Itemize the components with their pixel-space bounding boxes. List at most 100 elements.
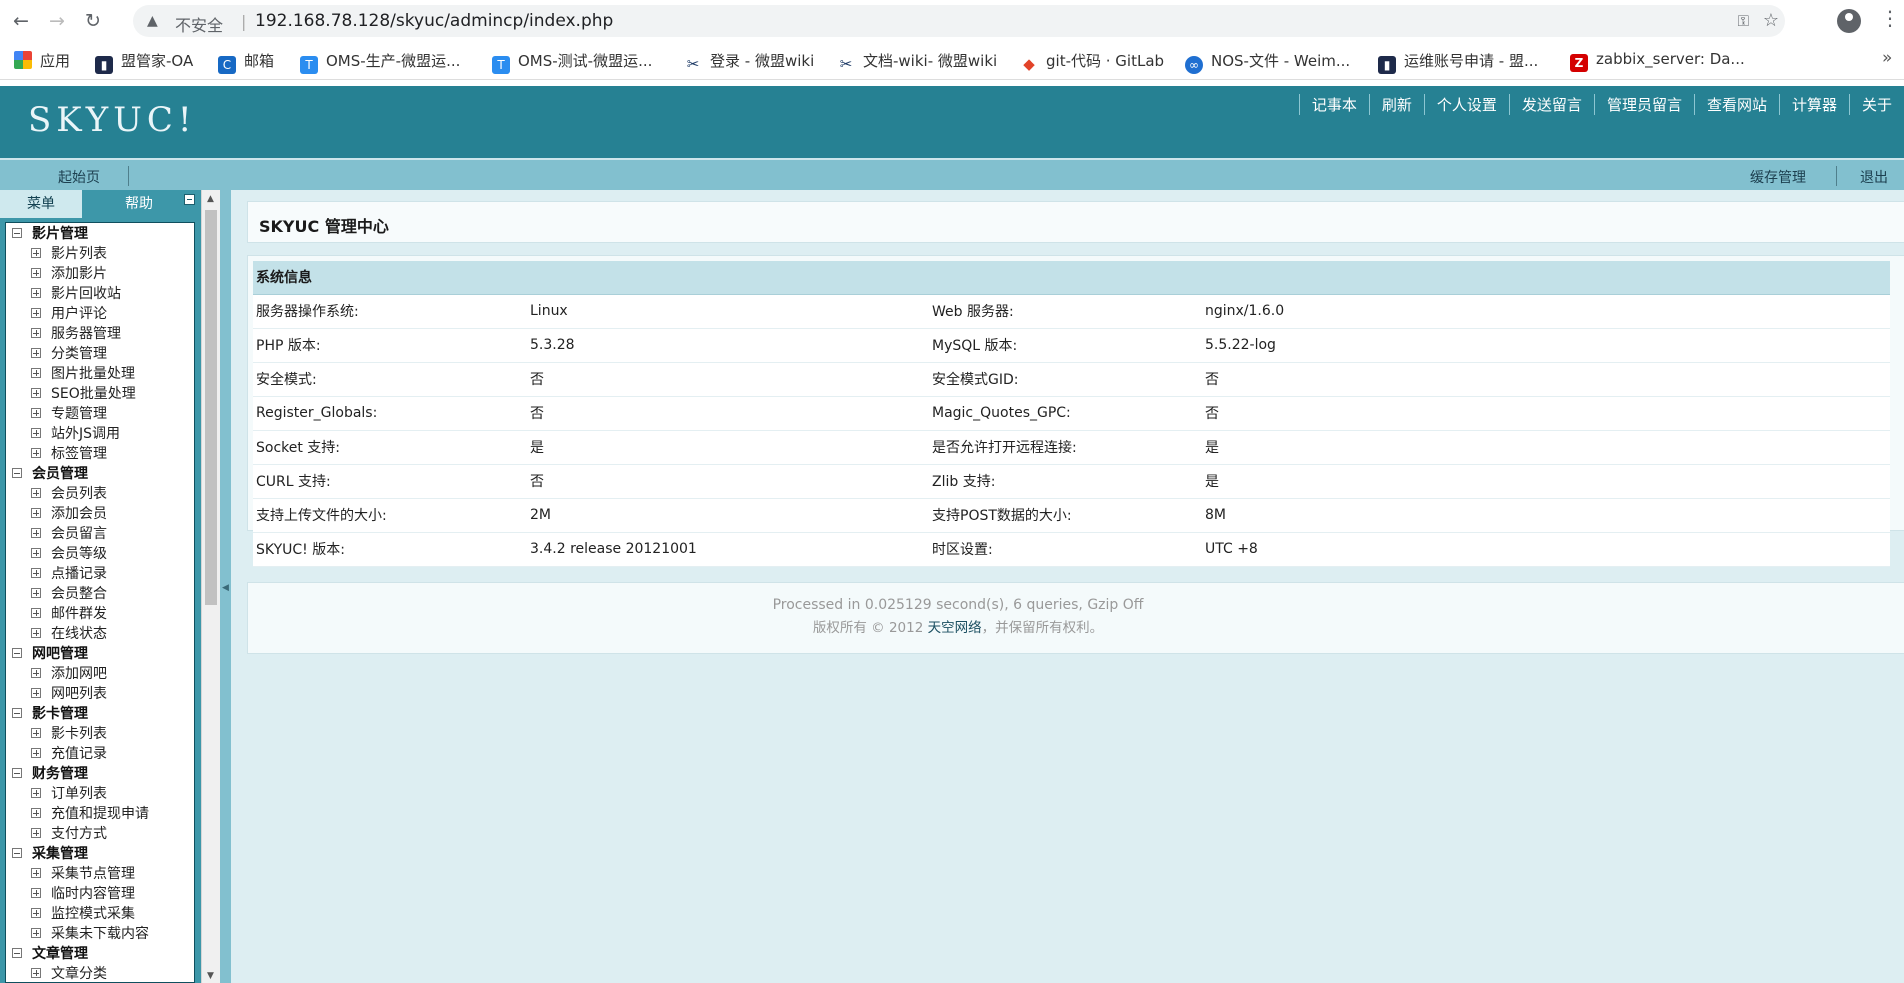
profile-icon[interactable] [1837, 9, 1861, 33]
address-bar[interactable]: ▲ 不安全 | 192.168.78.128/skyuc/admincp/ind… [133, 5, 1785, 37]
insecure-label[interactable]: 不安全 [175, 12, 223, 36]
sidebar-item[interactable]: 会员列表 [6, 484, 194, 504]
sidebar-item[interactable]: 会员留言 [6, 524, 194, 544]
top-link-about[interactable]: 关于 [1848, 94, 1904, 115]
sidebar-item[interactable]: 标签管理 [6, 444, 194, 464]
info-value: 是 [1199, 464, 1890, 499]
collapse-toggle-icon[interactable] [12, 648, 22, 658]
bookmark-label: 文档-wiki- 微盟wiki [863, 52, 998, 70]
sidebar-item[interactable]: 添加网吧 [6, 664, 194, 684]
back-icon[interactable]: ← [8, 8, 34, 34]
collapse-toggle-icon[interactable] [12, 468, 22, 478]
tab-help[interactable]: 帮助 [84, 190, 194, 218]
top-link-view-site[interactable]: 查看网站 [1693, 94, 1779, 115]
top-link-send-message[interactable]: 发送留言 [1508, 94, 1594, 115]
sidebar-item[interactable]: 在线状态 [6, 624, 194, 644]
collapse-toggle-icon[interactable] [12, 848, 22, 858]
sidebar-item[interactable]: 添加影片 [6, 264, 194, 284]
info-label: SKYUC! 版本: [253, 532, 524, 567]
wiki-icon: ✂ [839, 55, 853, 73]
sidebar-item-label: 会员列表 [51, 486, 107, 502]
top-link-refresh[interactable]: 刷新 [1368, 94, 1424, 115]
sidebar-item[interactable]: 添加会员 [6, 504, 194, 524]
collapse-arrow-icon[interactable]: ◀ [222, 583, 229, 593]
sidebar-item[interactable]: 采集未下载内容 [6, 924, 194, 944]
sidebar-item[interactable]: 邮件群发 [6, 604, 194, 624]
sidebar-item[interactable]: 会员等级 [6, 544, 194, 564]
sidebar-splitter[interactable]: ◀ [220, 190, 231, 983]
scroll-up-icon[interactable]: ▲ [207, 194, 214, 204]
collapse-toggle-icon[interactable] [12, 228, 22, 238]
top-link-profile[interactable]: 个人设置 [1423, 94, 1509, 115]
sidebar-item[interactable]: 网吧列表 [6, 684, 194, 704]
sidebar-item[interactable]: 监控模式采集 [6, 904, 194, 924]
bookmarks-more-icon[interactable]: » [1882, 48, 1892, 68]
bookmark-nos[interactable]: ∞ NOS-文件 - Weim... [1185, 50, 1350, 74]
sidebar-item[interactable]: 图片批量处理 [6, 364, 194, 384]
top-link-notepad[interactable]: 记事本 [1298, 94, 1369, 115]
sidebar-item[interactable]: 点播记录 [6, 564, 194, 584]
expand-icon [31, 628, 41, 638]
scrollbar-thumb[interactable] [205, 210, 217, 605]
collapse-icon[interactable] [184, 194, 195, 205]
bookmarks-bar: 应用 ▮ 盟管家-OA C 邮箱 T OMS-生产-微盟运... T OMS-测试-微盟… [0, 40, 1904, 80]
sidebar-item[interactable]: 充值和提现申请 [6, 804, 194, 824]
bookmark-apps[interactable]: 应用 [14, 50, 70, 71]
bookmark-wiki-docs[interactable]: ✂ 文档-wiki- 微盟wiki [837, 50, 997, 73]
sidebar-group[interactable]: 影片管理 [6, 224, 194, 244]
sidebar-item[interactable]: 分类管理 [6, 344, 194, 364]
menu-dots-icon[interactable]: ⋮ [1880, 6, 1900, 30]
sidebar-item[interactable]: SEO批量处理 [6, 384, 194, 404]
sidebar-item[interactable]: 专题管理 [6, 404, 194, 424]
sidebar-item[interactable]: 用户评论 [6, 304, 194, 324]
sidebar-item[interactable]: 影片列表 [6, 244, 194, 264]
sidebar-item-label: 邮件群发 [51, 606, 107, 622]
key-icon[interactable]: ⚿ [1738, 12, 1749, 30]
sidebar-item[interactable]: 会员整合 [6, 584, 194, 604]
sidebar-scrollbar[interactable]: ▲ ▼ [201, 190, 220, 983]
bookmark-oa[interactable]: ▮ 盟管家-OA [95, 50, 193, 74]
sidebar-item[interactable]: 文章分类 [6, 964, 194, 982]
url-text[interactable]: 192.168.78.128/skyuc/admincp/index.php [255, 11, 613, 31]
bookmark-star-icon[interactable]: ☆ [1763, 10, 1779, 31]
sidebar-item[interactable]: 临时内容管理 [6, 884, 194, 904]
sidebar-group[interactable]: 网吧管理 [6, 644, 194, 664]
bookmark-mail[interactable]: C 邮箱 [218, 50, 274, 74]
bookmark-oms-prod[interactable]: T OMS-生产-微盟运... [300, 50, 460, 74]
bookmark-gitlab[interactable]: ◆ git-代码 · GitLab [1020, 50, 1164, 73]
bookmark-ops-account[interactable]: ▮ 运维账号申请 - 盟... [1378, 50, 1538, 74]
top-link-calculator[interactable]: 计算器 [1778, 94, 1849, 115]
sidebar-item[interactable]: 影片回收站 [6, 284, 194, 304]
sidebar-item[interactable]: 服务器管理 [6, 324, 194, 344]
forward-icon[interactable]: → [44, 8, 70, 34]
sidebar-group[interactable]: 会员管理 [6, 464, 194, 484]
top-link-admin-messages[interactable]: 管理员留言 [1593, 94, 1694, 115]
warning-icon[interactable]: ▲ [147, 13, 158, 29]
sidebar-group[interactable]: 文章管理 [6, 944, 194, 964]
sidebar-item-label: 充值记录 [51, 746, 107, 762]
bookmark-oms-test[interactable]: T OMS-测试-微盟运... [492, 50, 652, 74]
sidebar-item[interactable]: 影卡列表 [6, 724, 194, 744]
logout-link[interactable]: 退出 [1860, 167, 1888, 187]
bookmark-wiki-login[interactable]: ✂ 登录 - 微盟wiki [684, 50, 815, 73]
company-link[interactable]: 天空网络 [928, 620, 982, 636]
sidebar-group[interactable]: 采集管理 [6, 844, 194, 864]
collapse-toggle-icon[interactable] [12, 768, 22, 778]
reload-icon[interactable]: ↻ [80, 8, 106, 34]
scroll-down-icon[interactable]: ▼ [207, 971, 214, 981]
home-link[interactable]: 起始页 [58, 167, 100, 187]
sidebar-group[interactable]: 财务管理 [6, 764, 194, 784]
bookmark-zabbix[interactable]: Zzabbix_server: Da... [1570, 50, 1745, 72]
cache-management-link[interactable]: 缓存管理 [1750, 167, 1806, 187]
sidebar-item[interactable]: 充值记录 [6, 744, 194, 764]
expand-icon [31, 268, 41, 278]
sidebar-item[interactable]: 站外JS调用 [6, 424, 194, 444]
sidebar-item[interactable]: 采集节点管理 [6, 864, 194, 884]
sidebar-item-label: 充值和提现申请 [51, 806, 149, 822]
collapse-toggle-icon[interactable] [12, 708, 22, 718]
collapse-toggle-icon[interactable] [12, 948, 22, 958]
sidebar-group[interactable]: 影卡管理 [6, 704, 194, 724]
sidebar-item[interactable]: 支付方式 [6, 824, 194, 844]
tab-menu[interactable]: 菜单 [0, 190, 82, 218]
sidebar-item[interactable]: 订单列表 [6, 784, 194, 804]
